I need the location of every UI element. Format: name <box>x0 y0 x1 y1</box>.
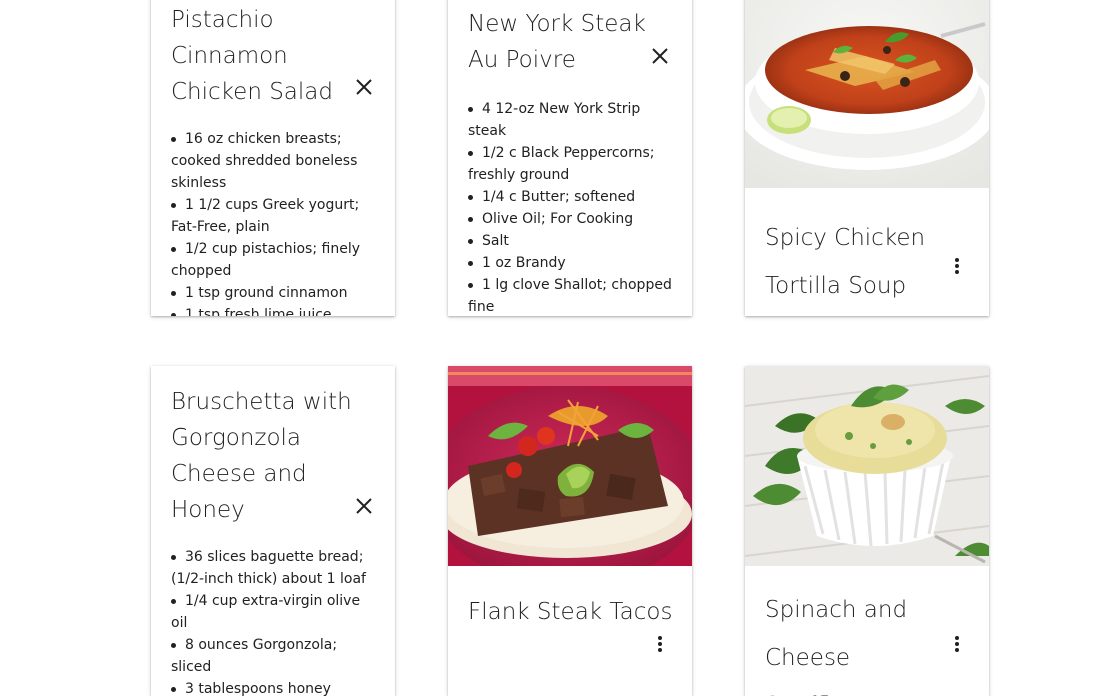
card-title[interactable]: Flank Steak Tacos <box>468 594 678 630</box>
more-vert-icon[interactable] <box>949 256 965 278</box>
card-content: Spicy Chicken Tortilla Soup <box>745 188 989 310</box>
card-title: New York Steak Au Poivre <box>468 11 646 73</box>
list-item: 1 tsp ground cinnamon <box>171 282 375 304</box>
card-title: Pistachio Cinnamon Chicken Salad <box>171 7 333 105</box>
more-vert-icon[interactable] <box>652 634 668 656</box>
recipe-card-pistachio-salad: Pistachio Cinnamon Chicken Salad 16 oz c… <box>151 0 395 316</box>
list-item: 16 oz chicken breasts; cooked shredded b… <box>171 128 375 194</box>
list-item: 1/2 cup pistachios; finely chopped <box>171 238 375 282</box>
spinach-souffle-photo[interactable] <box>745 366 989 566</box>
ingredient-list: 4 12-oz New York Strip steak 1/2 c Black… <box>448 98 692 316</box>
list-item: 1 oz Brandy <box>468 252 672 274</box>
list-item: 1 1/2 cups Greek yogurt; Fat-Free, plain <box>171 194 375 238</box>
card-title[interactable]: Spinach and Cheese Souffle <box>765 586 935 696</box>
list-item: 3 tablespoons honey <box>171 678 375 696</box>
recipe-card-flank-steak-tacos[interactable]: Flank Steak Tacos <box>448 366 692 696</box>
close-icon[interactable] <box>650 46 670 66</box>
close-icon[interactable] <box>354 496 374 516</box>
card-content: Flank Steak Tacos <box>448 566 692 652</box>
more-vert-icon[interactable] <box>949 634 965 656</box>
list-item: 36 slices baguette bread; (1/2-inch thic… <box>171 546 375 590</box>
list-item: Olive Oil; For Cooking <box>468 208 672 230</box>
list-item: 1/4 c Butter; softened <box>468 186 672 208</box>
list-item: 1/2 c Black Peppercorns; freshly ground <box>468 142 672 186</box>
tortilla-soup-photo[interactable] <box>745 0 989 188</box>
list-item: 1 lg clove Shallot; chopped fine <box>468 274 672 316</box>
recipe-card-ny-steak: New York Steak Au Poivre 4 12-oz New Yor… <box>448 0 692 316</box>
recipe-card-tortilla-soup[interactable]: Spicy Chicken Tortilla Soup <box>745 0 989 316</box>
ingredient-list: 36 slices baguette bread; (1/2-inch thic… <box>151 546 395 696</box>
list-item: Salt <box>468 230 672 252</box>
card-title[interactable]: Spicy Chicken Tortilla Soup <box>765 214 935 310</box>
card-title: Bruschetta with Gorgonzola Cheese and Ho… <box>171 389 352 523</box>
recipe-card-spinach-souffle[interactable]: Spinach and Cheese Souffle <box>745 366 989 696</box>
close-icon[interactable] <box>354 77 374 97</box>
list-item: 1/4 cup extra-virgin olive oil <box>171 590 375 634</box>
recipe-card-bruschetta: Bruschetta with Gorgonzola Cheese and Ho… <box>151 366 395 696</box>
list-item: 8 ounces Gorgonzola; sliced <box>171 634 375 678</box>
list-item: 4 12-oz New York Strip steak <box>468 98 672 142</box>
ingredient-list: 16 oz chicken breasts; cooked shredded b… <box>151 128 395 316</box>
list-item: 1 tsp fresh lime juice <box>171 304 375 316</box>
flank-steak-tacos-photo[interactable] <box>448 366 692 566</box>
